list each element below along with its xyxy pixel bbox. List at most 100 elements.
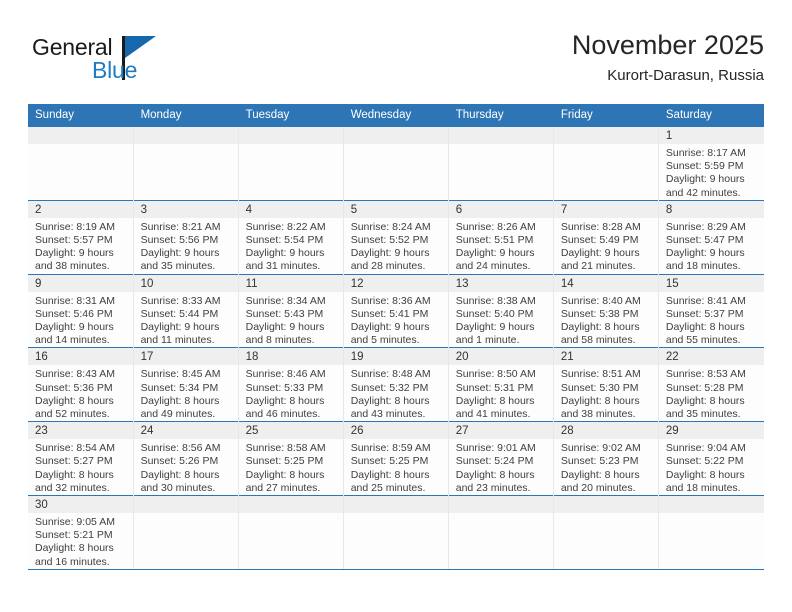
sunrise-text: Sunrise: 8:21 AM (140, 220, 221, 233)
sunset-text: Sunset: 5:59 PM (665, 160, 744, 173)
calendar-day-cell[interactable]: 28 Sunrise: 9:02 AM Sunset: 5:23 PM Dayligh… (553, 421, 659, 496)
sunrise-text: Sunrise: 8:22 AM (245, 220, 326, 233)
calendar-day-cell[interactable]: 15 Sunrise: 8:41 AM Sunset: 5:37 PM Dayligh… (658, 273, 764, 348)
calendar-day-cell[interactable]: 23 Sunrise: 8:54 AM Sunset: 5:27 PM Dayligh… (28, 421, 134, 496)
calendar-day-cell[interactable]: 13 Sunrise: 8:38 AM Sunset: 5:40 PM Dayligh… (448, 273, 554, 348)
day-number: 3 (133, 200, 238, 218)
calendar-day-cell[interactable]: 30 Sunrise: 9:05 AM Sunset: 5:21 PM Dayligh… (28, 495, 134, 570)
daylight-text-line2: and 31 minutes. (245, 260, 321, 273)
sunset-text: Sunset: 5:31 PM (455, 381, 534, 394)
daylight-text-line2: and 8 minutes. (245, 334, 315, 347)
sunset-text: Sunset: 5:37 PM (665, 307, 744, 320)
daylight-text-line1: Daylight: 8 hours (140, 394, 220, 407)
weekday-header-thursday: Thursday (448, 104, 554, 127)
sunset-text: Sunset: 5:34 PM (140, 381, 219, 394)
daylight-text-line2: and 24 minutes. (455, 260, 531, 273)
calendar-day-cell-empty (553, 495, 659, 570)
sunset-text: Sunset: 5:30 PM (560, 381, 639, 394)
general-blue-logo[interactable]: General Blue (32, 34, 202, 92)
daylight-text-line1: Daylight: 8 hours (350, 394, 430, 407)
daylight-text-line1: Daylight: 9 hours (560, 247, 640, 260)
day-details: Sunrise: 8:33 AM Sunset: 5:44 PM Daylight:… (134, 292, 238, 348)
calendar-day-cell[interactable]: 29 Sunrise: 9:04 AM Sunset: 5:22 PM Dayligh… (658, 421, 764, 496)
sunrise-text: Sunrise: 8:45 AM (140, 368, 221, 381)
calendar-day-cell[interactable]: 19 Sunrise: 8:48 AM Sunset: 5:32 PM Dayligh… (343, 347, 449, 422)
calendar-day-cell[interactable]: 7 Sunrise: 8:28 AM Sunset: 5:49 PM Daylight… (553, 199, 659, 275)
title-block: November 2025 Kurort-Darasun, Russia (572, 28, 764, 87)
day-details: Sunrise: 8:46 AM Sunset: 5:33 PM Daylight:… (239, 365, 343, 421)
sunrise-text: Sunrise: 8:40 AM (560, 294, 641, 307)
calendar-day-cell[interactable]: 10 Sunrise: 8:33 AM Sunset: 5:44 PM Dayligh… (133, 273, 239, 348)
sunrise-text: Sunrise: 8:50 AM (455, 368, 536, 381)
day-details: Sunrise: 8:43 AM Sunset: 5:36 PM Daylight:… (28, 365, 133, 421)
page-header: General Blue November 2025 Kurort-Darasu… (28, 28, 764, 100)
calendar-day-cell[interactable]: 22 Sunrise: 8:53 AM Sunset: 5:28 PM Dayligh… (658, 347, 764, 422)
calendar-day-cell[interactable]: 27 Sunrise: 9:01 AM Sunset: 5:24 PM Dayligh… (448, 421, 554, 496)
day-number: 18 (238, 348, 343, 366)
day-number: 4 (238, 200, 343, 218)
sunset-text: Sunset: 5:21 PM (35, 529, 113, 542)
daylight-text-line1: Daylight: 9 hours (245, 247, 325, 260)
weekday-header-sunday: Sunday (28, 104, 134, 127)
daylight-text-line2: and 30 minutes. (140, 481, 216, 494)
daylight-text-line2: and 32 minutes. (35, 481, 110, 494)
sunset-text: Sunset: 5:32 PM (350, 381, 429, 394)
day-number (133, 127, 238, 144)
calendar-day-cell[interactable]: 8 Sunrise: 8:29 AM Sunset: 5:47 PM Daylight… (658, 199, 764, 275)
calendar-day-cell[interactable]: 21 Sunrise: 8:51 AM Sunset: 5:30 PM Dayligh… (553, 347, 659, 422)
calendar-day-cell-empty (448, 126, 554, 201)
calendar-day-cell[interactable]: 1 Sunrise: 8:17 AM Sunset: 5:59 PM Daylight… (658, 126, 764, 201)
calendar-day-cell[interactable]: 24 Sunrise: 8:56 AM Sunset: 5:26 PM Dayligh… (133, 421, 239, 496)
calendar-day-cell[interactable]: 9 Sunrise: 8:31 AM Sunset: 5:46 PM Daylight… (28, 273, 134, 348)
day-number: 10 (133, 274, 238, 292)
calendar-body: 1 Sunrise: 8:17 AM Sunset: 5:59 PM Daylight… (28, 126, 764, 570)
daylight-text-line2: and 46 minutes. (245, 408, 321, 421)
daylight-text-line1: Daylight: 9 hours (665, 173, 745, 186)
calendar-day-cell[interactable]: 5 Sunrise: 8:24 AM Sunset: 5:52 PM Daylight… (343, 199, 449, 275)
calendar-day-cell[interactable]: 6 Sunrise: 8:26 AM Sunset: 5:51 PM Daylight… (448, 199, 554, 275)
calendar-day-cell[interactable]: 25 Sunrise: 8:58 AM Sunset: 5:25 PM Dayligh… (238, 421, 344, 496)
daylight-text-line1: Daylight: 8 hours (35, 542, 114, 555)
sunset-text: Sunset: 5:46 PM (35, 307, 113, 320)
weekday-header-tuesday: Tuesday (238, 104, 344, 127)
sunset-text: Sunset: 5:36 PM (35, 381, 113, 394)
calendar-day-cell[interactable]: 4 Sunrise: 8:22 AM Sunset: 5:54 PM Daylight… (238, 199, 344, 275)
day-details: Sunrise: 8:36 AM Sunset: 5:41 PM Daylight:… (344, 292, 448, 348)
daylight-text-line1: Daylight: 8 hours (560, 394, 640, 407)
calendar-week-row: 2 Sunrise: 8:19 AM Sunset: 5:57 PM Daylight… (28, 199, 764, 275)
day-number: 15 (658, 274, 764, 292)
day-details: Sunrise: 8:19 AM Sunset: 5:57 PM Daylight:… (28, 218, 133, 274)
sunset-text: Sunset: 5:40 PM (455, 307, 534, 320)
calendar-day-cell[interactable]: 20 Sunrise: 8:50 AM Sunset: 5:31 PM Dayligh… (448, 347, 554, 422)
daylight-text-line2: and 16 minutes. (35, 555, 110, 568)
daylight-text-line2: and 20 minutes. (560, 481, 636, 494)
day-number: 19 (343, 348, 448, 366)
sunset-text: Sunset: 5:44 PM (140, 307, 219, 320)
location-subtitle: Kurort-Darasun, Russia (607, 67, 764, 84)
calendar-day-cell[interactable]: 3 Sunrise: 8:21 AM Sunset: 5:56 PM Daylight… (133, 199, 239, 275)
sunrise-text: Sunrise: 8:56 AM (140, 442, 221, 455)
sunset-text: Sunset: 5:25 PM (350, 455, 429, 468)
day-number: 30 (28, 496, 133, 514)
day-number (658, 496, 764, 514)
calendar-day-cell[interactable]: 12 Sunrise: 8:36 AM Sunset: 5:41 PM Dayligh… (343, 273, 449, 348)
daylight-text-line2: and 41 minutes. (455, 408, 531, 421)
day-number: 24 (133, 422, 238, 440)
day-details: Sunrise: 8:54 AM Sunset: 5:27 PM Daylight:… (28, 439, 133, 495)
day-details: Sunrise: 8:29 AM Sunset: 5:47 PM Daylight:… (659, 218, 764, 274)
sunset-text: Sunset: 5:22 PM (665, 455, 744, 468)
day-number (238, 127, 343, 144)
daylight-text-line2: and 11 minutes. (140, 334, 215, 347)
calendar-day-cell[interactable]: 26 Sunrise: 8:59 AM Sunset: 5:25 PM Dayligh… (343, 421, 449, 496)
calendar-day-cell[interactable]: 17 Sunrise: 8:45 AM Sunset: 5:34 PM Dayligh… (133, 347, 239, 422)
calendar-day-cell[interactable]: 11 Sunrise: 8:34 AM Sunset: 5:43 PM Dayligh… (238, 273, 344, 348)
calendar-day-cell[interactable]: 18 Sunrise: 8:46 AM Sunset: 5:33 PM Dayligh… (238, 347, 344, 422)
calendar-day-cell[interactable]: 16 Sunrise: 8:43 AM Sunset: 5:36 PM Dayligh… (28, 347, 134, 422)
calendar-day-cell-empty (343, 495, 449, 570)
sunrise-text: Sunrise: 8:26 AM (455, 220, 536, 233)
calendar-day-cell[interactable]: 2 Sunrise: 8:19 AM Sunset: 5:57 PM Daylight… (28, 199, 134, 275)
day-details: Sunrise: 9:04 AM Sunset: 5:22 PM Daylight:… (659, 439, 764, 495)
calendar-day-cell[interactable]: 14 Sunrise: 8:40 AM Sunset: 5:38 PM Dayligh… (553, 273, 659, 348)
sunset-text: Sunset: 5:27 PM (35, 455, 113, 468)
day-number (28, 127, 133, 144)
